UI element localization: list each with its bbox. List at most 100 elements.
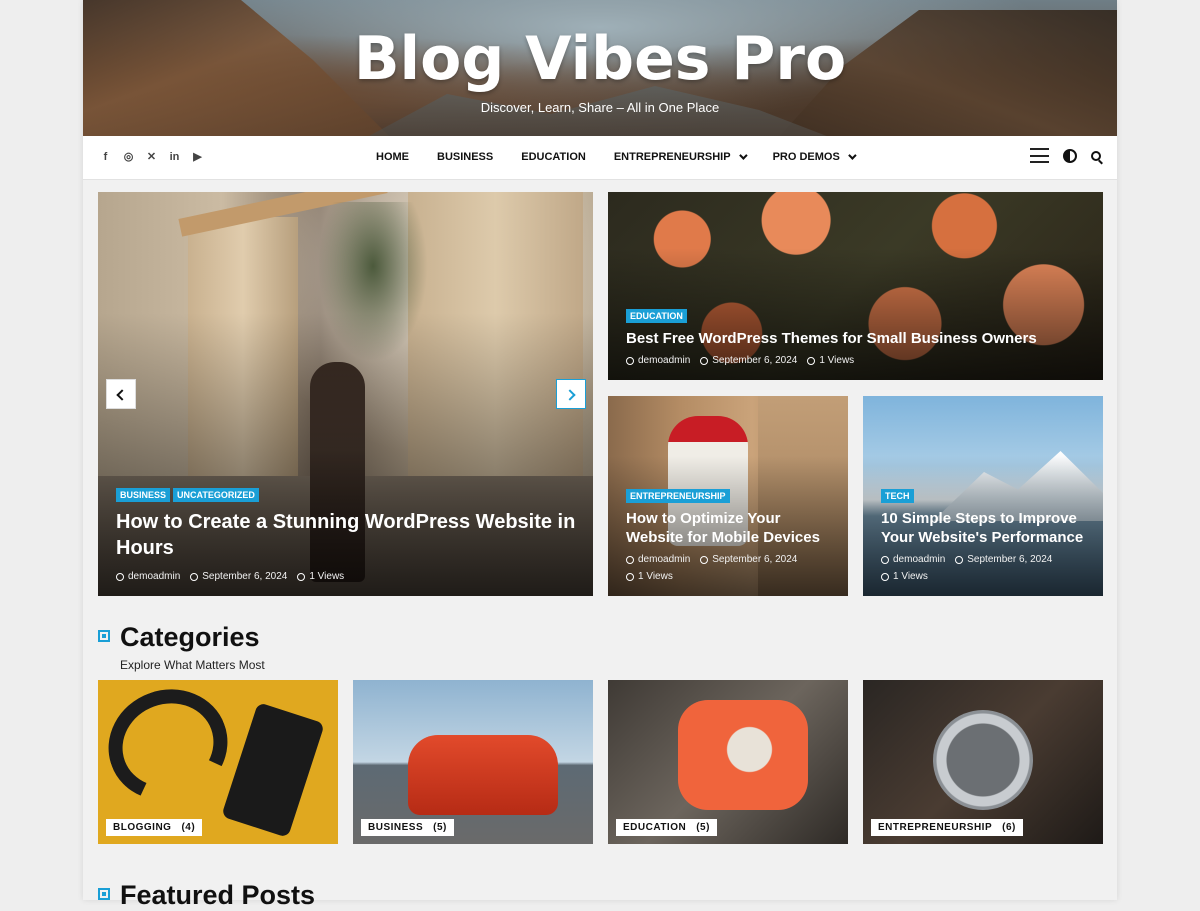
page-container: Blog Vibes Pro Discover, Learn, Share – …: [83, 0, 1117, 910]
slider-prev-button[interactable]: [106, 379, 136, 409]
category-label[interactable]: EDUCATION (5): [616, 819, 717, 836]
post-date-text: September 6, 2024: [202, 571, 288, 582]
category-badge[interactable]: BUSINESS: [116, 488, 171, 502]
section-title: Categories: [120, 622, 260, 652]
eye-icon: [807, 356, 816, 365]
eye-icon: [626, 572, 634, 581]
category-card-education[interactable]: EDUCATION (5): [608, 680, 848, 844]
search-icon[interactable]: [1091, 150, 1101, 161]
category-image-phone: [221, 702, 325, 838]
eye-icon: [297, 572, 306, 581]
menu-item-business[interactable]: BUSINESS: [437, 151, 493, 163]
category-card-blogging[interactable]: BLOGGING (4): [98, 680, 338, 844]
category-badge[interactable]: UNCATEGORIZED: [173, 488, 259, 502]
x-icon[interactable]: ✕: [145, 150, 158, 164]
category-name: BUSINESS: [368, 822, 424, 833]
post-views-text: 1 Views: [819, 355, 855, 366]
category-card-business[interactable]: BUSINESS (5): [353, 680, 593, 844]
post-meta: demoadmin September 6, 2024 1 Views: [116, 571, 576, 582]
post-views-text: 1 Views: [893, 571, 928, 582]
category-image-telephone: [678, 700, 808, 810]
slider-next-button[interactable]: [556, 379, 586, 409]
post-views-text: 1 Views: [638, 571, 673, 582]
dark-mode-toggle-icon[interactable]: [1063, 148, 1077, 163]
site-title[interactable]: Blog Vibes Pro: [83, 24, 1117, 94]
category-badge[interactable]: ENTREPRENEURSHIP: [626, 489, 730, 503]
post-views: 1 Views: [626, 571, 673, 582]
category-label[interactable]: BUSINESS (5): [361, 819, 454, 836]
post-meta: demoadmin September 6, 2024 1 Views: [626, 554, 836, 582]
instagram-icon[interactable]: ◎: [122, 150, 135, 164]
post-card[interactable]: EDUCATION Best Free WordPress Themes for…: [608, 192, 1103, 380]
category-image-headphones: [98, 680, 244, 818]
post-author[interactable]: demoadmin: [881, 554, 945, 565]
post-views: 1 Views: [807, 355, 854, 366]
post-card[interactable]: ENTREPRENEURSHIP How to Optimize Your We…: [608, 396, 848, 596]
user-icon: [626, 356, 634, 365]
facebook-icon[interactable]: f: [99, 150, 112, 164]
post-title[interactable]: How to Create a Stunning WordPress Websi…: [116, 509, 576, 561]
youtube-icon[interactable]: ▶: [191, 150, 204, 164]
menu-item-label: PRO DEMOS: [772, 151, 840, 163]
menu-item-label: ENTREPRENEURSHIP: [613, 151, 731, 163]
slider-post-card[interactable]: BUSINESS UNCATEGORIZED How to Create a St…: [98, 192, 593, 596]
chevron-down-icon: [847, 151, 857, 160]
post-title[interactable]: 10 Simple Steps to Improve Your Website'…: [881, 509, 1091, 547]
post-info: TECH 10 Simple Steps to Improve Your Web…: [881, 486, 1091, 582]
slider-post-info: BUSINESS UNCATEGORIZED How to Create a St…: [116, 485, 576, 582]
menu-item-education[interactable]: EDUCATION: [521, 151, 586, 163]
clock-icon: [190, 572, 199, 581]
post-author-name: demoadmin: [893, 554, 946, 565]
post-views: 1 Views: [881, 571, 928, 582]
post-views: 1 Views: [297, 571, 344, 582]
site-tagline: Discover, Learn, Share – All in One Plac…: [480, 100, 720, 115]
category-badge[interactable]: TECH: [881, 489, 914, 503]
post-author[interactable]: demoadmin: [116, 571, 180, 582]
category-card-entrepreneurship[interactable]: ENTREPRENEURSHIP (6): [863, 680, 1103, 844]
post-meta: demoadmin September 6, 2024 1 Views: [881, 554, 1091, 582]
post-date: September 6, 2024: [955, 554, 1052, 565]
category-label[interactable]: BLOGGING (4): [106, 819, 203, 836]
clock-icon: [700, 555, 709, 564]
post-date-text: September 6, 2024: [712, 554, 798, 565]
category-count: (6): [1002, 822, 1016, 833]
section-title: Featured Posts: [120, 880, 316, 910]
menu-item-label: BUSINESS: [437, 151, 494, 163]
category-count: (5): [433, 822, 447, 833]
category-name: EDUCATION: [623, 822, 687, 833]
user-icon: [116, 572, 124, 581]
social-links: f ◎ ✕ in ▶: [99, 150, 204, 164]
menu-item-entrepreneurship[interactable]: ENTREPRENEURSHIP: [613, 151, 748, 163]
post-date: September 6, 2024: [190, 571, 287, 582]
post-info: EDUCATION Best Free WordPress Themes for…: [626, 306, 1086, 366]
eye-icon: [881, 572, 889, 581]
main-navbar: f ◎ ✕ in ▶ HOME BUSINESS EDUCATION ENTRE…: [83, 136, 1117, 180]
post-author[interactable]: demoadmin: [626, 554, 690, 565]
post-date-text: September 6, 2024: [967, 554, 1053, 565]
hamburger-menu-icon[interactable]: [1030, 148, 1049, 163]
clock-icon: [700, 356, 709, 365]
category-count: (5): [696, 822, 710, 833]
menu-item-pro-demos[interactable]: PRO DEMOS: [772, 151, 857, 163]
post-info: ENTREPRENEURSHIP How to Optimize Your We…: [626, 486, 836, 582]
header-banner: Blog Vibes Pro Discover, Learn, Share – …: [83, 0, 1117, 136]
post-title[interactable]: How to Optimize Your Website for Mobile …: [626, 509, 836, 547]
post-meta: demoadmin September 6, 2024 1 Views: [626, 355, 1086, 366]
user-icon: [881, 555, 889, 564]
category-name: ENTREPRENEURSHIP: [878, 822, 993, 833]
post-date: September 6, 2024: [700, 554, 797, 565]
linkedin-icon[interactable]: in: [168, 150, 181, 164]
primary-menu: HOME BUSINESS EDUCATION ENTREPRENEURSHIP…: [376, 151, 882, 163]
menu-item-label: EDUCATION: [521, 151, 586, 163]
user-icon: [626, 555, 634, 564]
category-name: BLOGGING: [113, 822, 172, 833]
post-card[interactable]: TECH 10 Simple Steps to Improve Your Web…: [863, 396, 1103, 596]
post-author[interactable]: demoadmin: [626, 355, 690, 366]
post-author-name: demoadmin: [638, 355, 691, 366]
post-title[interactable]: Best Free WordPress Themes for Small Bus…: [626, 330, 1086, 347]
menu-item-home[interactable]: HOME: [376, 151, 409, 163]
category-label[interactable]: ENTREPRENEURSHIP (6): [871, 819, 1023, 836]
section-marker-icon: [98, 630, 110, 642]
category-badge[interactable]: EDUCATION: [626, 309, 687, 323]
chevron-down-icon: [738, 151, 748, 160]
